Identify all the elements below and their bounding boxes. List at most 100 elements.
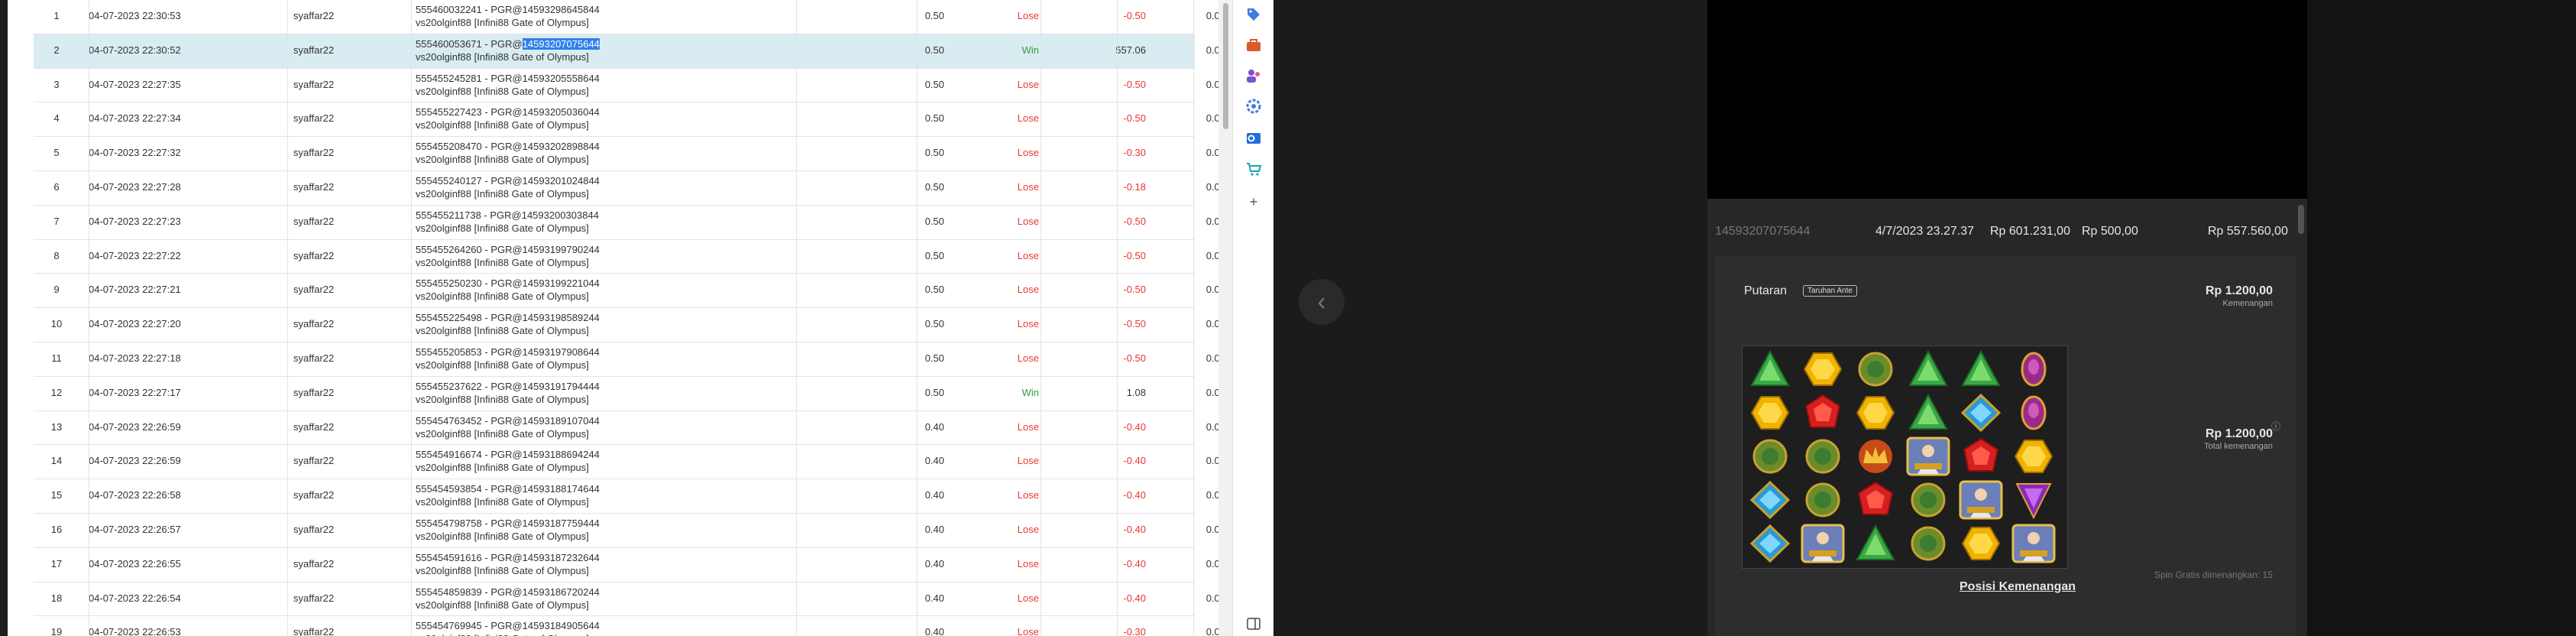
settings-icon[interactable] bbox=[1244, 98, 1263, 116]
red-gem-symbol-icon bbox=[1958, 436, 2004, 477]
transaction-id: 555454593854 - PGR@14593188174644 bbox=[416, 483, 600, 495]
green-triangle-symbol-icon bbox=[1958, 349, 2004, 390]
win-loss-amount: 557.06 bbox=[1115, 44, 1146, 56]
game-name: vs20olginf88 [Infini88 Gate of Olympus] bbox=[416, 599, 589, 611]
round-win: Rp 557.560,00 bbox=[2208, 225, 2288, 238]
info-icon[interactable]: ⓘ bbox=[2271, 420, 2280, 433]
game-name: vs20olginf88 [Infini88 Gate of Olympus] bbox=[416, 564, 589, 576]
table-row[interactable]: 19 04-07-2023 22:26:53 syaffar22 5554547699… bbox=[34, 616, 1218, 636]
transaction-id: 555454798758 - PGR@14593187759444 bbox=[416, 517, 600, 529]
transaction-id: 555455237622 - PGR@14593191794444 bbox=[416, 380, 600, 392]
bet-result: Lose bbox=[1017, 112, 1039, 125]
jackpot-amount: 0.00 bbox=[1205, 318, 1218, 330]
bet-history-table-pane: 1 04-07-2023 22:30:53 syaffar22 55546003224… bbox=[0, 0, 1218, 636]
win-positions-link[interactable]: Posisi Kemenangan bbox=[1960, 580, 2076, 594]
bet-result: Lose bbox=[1017, 489, 1039, 501]
cart-icon[interactable] bbox=[1244, 161, 1263, 179]
win-loss-amount: -0.50 bbox=[1123, 215, 1146, 227]
toolbox-icon[interactable] bbox=[1244, 37, 1263, 55]
column-divider bbox=[1117, 0, 1118, 636]
table-row[interactable]: 3 04-07-2023 22:27:35 syaffar22 55545524528… bbox=[34, 69, 1218, 103]
red-gem-symbol-icon bbox=[1800, 392, 1846, 433]
table-row[interactable]: 10 04-07-2023 22:27:20 syaffar22 5554552254… bbox=[34, 308, 1218, 342]
table-scrollbar-thumb[interactable] bbox=[1223, 3, 1228, 129]
tag-icon[interactable] bbox=[1244, 6, 1263, 24]
table-row[interactable]: 16 04-07-2023 22:26:57 syaffar22 5554547987… bbox=[34, 514, 1218, 548]
bet-date: 04-07-2023 22:26:57 bbox=[89, 523, 181, 535]
jackpot-amount: 0.00 bbox=[1205, 523, 1218, 535]
jackpot-amount: 0.00 bbox=[1205, 352, 1218, 364]
bet-date: 04-07-2023 22:27:28 bbox=[89, 180, 181, 193]
bet-date: 04-07-2023 22:27:34 bbox=[89, 112, 181, 125]
browser-sidebar: + bbox=[1232, 0, 1274, 636]
transaction-id: 555454763452 - PGR@14593189107044 bbox=[416, 414, 600, 427]
table-row[interactable]: 7 04-07-2023 22:27:23 syaffar22 55545521173… bbox=[34, 206, 1218, 240]
transaction-id: 555454769945 - PGR@14593184905644 bbox=[416, 620, 600, 632]
table-row[interactable]: 4 04-07-2023 22:27:34 syaffar22 55545522742… bbox=[34, 102, 1218, 138]
table-row[interactable]: 18 04-07-2023 22:26:54 syaffar22 5554548598… bbox=[34, 582, 1218, 617]
bet-date: 04-07-2023 22:26:58 bbox=[89, 489, 181, 501]
panel-scrollbar-thumb[interactable] bbox=[2298, 205, 2304, 234]
table-row[interactable]: 9 04-07-2023 22:27:21 syaffar22 55545525023… bbox=[34, 274, 1218, 309]
transaction-id: 555455225498 - PGR@14593198589244 bbox=[416, 312, 600, 324]
transaction-id: 555455240127 - PGR@14593201024844 bbox=[416, 174, 600, 187]
win-loss-amount: 1.08 bbox=[1126, 386, 1146, 398]
table-row[interactable]: 12 04-07-2023 22:27:17 syaffar22 5554552376… bbox=[34, 377, 1218, 411]
row-index: 10 bbox=[50, 318, 63, 330]
outlook-icon[interactable] bbox=[1244, 130, 1263, 148]
table-row[interactable]: 11 04-07-2023 22:27:18 syaffar22 5554552058… bbox=[34, 342, 1218, 377]
bet-description: 555455245281 - PGR@14593205558644 vs20olg… bbox=[416, 72, 600, 98]
users-icon[interactable] bbox=[1244, 67, 1263, 86]
table-row[interactable]: 2 04-07-2023 22:30:52 syaffar22 55546005367… bbox=[34, 34, 1218, 69]
row-index: 2 bbox=[53, 44, 60, 56]
game-name: vs20olginf88 [Infini88 Gate of Olympus] bbox=[416, 119, 589, 131]
bet-amount: 0.50 bbox=[924, 112, 944, 125]
chevron-left-icon: ‹ bbox=[1317, 287, 1326, 315]
bet-result: Lose bbox=[1017, 557, 1039, 569]
transaction-id: 555454859839 - PGR@14593186720244 bbox=[416, 586, 600, 598]
purple-triangle-symbol-icon bbox=[2011, 479, 2057, 521]
bet-description: 555455264260 - PGR@14593199790244 vs20olg… bbox=[416, 243, 600, 269]
win-loss-amount: -0.50 bbox=[1123, 318, 1146, 330]
bet-date: 04-07-2023 22:27:18 bbox=[89, 352, 181, 364]
bet-description: 555454798758 - PGR@14593187759444 vs20olg… bbox=[416, 517, 600, 543]
table-row[interactable]: 17 04-07-2023 22:26:55 syaffar22 5554545916… bbox=[34, 548, 1218, 582]
bet-date: 04-07-2023 22:27:20 bbox=[89, 318, 181, 330]
table-row[interactable]: 13 04-07-2023 22:26:59 syaffar22 5554547634… bbox=[34, 411, 1218, 446]
bet-date: 04-07-2023 22:27:35 bbox=[89, 78, 181, 90]
win-loss-amount: -0.40 bbox=[1123, 420, 1146, 433]
game-name: vs20olginf88 [Infini88 Gate of Olympus] bbox=[416, 290, 589, 303]
bet-description: 555460053671 - PGR@14593207075644 vs20olg… bbox=[416, 37, 600, 63]
bet-date: 04-07-2023 22:26:53 bbox=[89, 626, 181, 636]
table-row[interactable]: 15 04-07-2023 22:26:58 syaffar22 5554545938… bbox=[34, 479, 1218, 514]
table-row[interactable]: 5 04-07-2023 22:27:32 syaffar22 55545520847… bbox=[34, 137, 1218, 171]
slot-reel-grid bbox=[1742, 346, 2068, 569]
bet-amount: 0.50 bbox=[924, 352, 944, 364]
row-index: 6 bbox=[53, 180, 60, 193]
transaction-id: 555460032241 - PGR@14593298645844 bbox=[416, 4, 600, 15]
username: syaffar22 bbox=[293, 180, 335, 193]
crown-symbol-icon bbox=[1853, 436, 1898, 477]
sidebar-toggle-icon[interactable] bbox=[1244, 616, 1263, 634]
game-name: vs20olginf88 [Infini88 Gate of Olympus] bbox=[416, 462, 589, 474]
bet-amount: 0.40 bbox=[924, 523, 944, 535]
win-loss-amount: -0.50 bbox=[1123, 10, 1146, 21]
jackpot-amount: 0.00 bbox=[1205, 147, 1218, 159]
jackpot-amount: 0.00 bbox=[1205, 557, 1218, 569]
bet-description: 555455205853 - PGR@14593197908644 vs20olg… bbox=[416, 346, 600, 372]
add-icon[interactable]: + bbox=[1244, 193, 1263, 211]
table-row[interactable]: 1 04-07-2023 22:30:53 syaffar22 55546003224… bbox=[34, 0, 1218, 34]
win-loss-amount: -0.50 bbox=[1123, 284, 1146, 296]
total-win-label: Total kemenangan bbox=[2204, 442, 2273, 451]
previous-round-button[interactable]: ‹ bbox=[1299, 279, 1345, 325]
bet-date: 04-07-2023 22:26:59 bbox=[89, 420, 181, 433]
table-row[interactable]: 6 04-07-2023 22:27:28 syaffar22 55545524012… bbox=[34, 171, 1218, 206]
transaction-id: 555460053671 - PGR@14593207075644 bbox=[416, 37, 600, 50]
table-row[interactable]: 8 04-07-2023 22:27:22 syaffar22 55545526426… bbox=[34, 240, 1218, 274]
username: syaffar22 bbox=[293, 523, 335, 535]
green-ring-symbol-icon bbox=[1905, 479, 1951, 521]
column-divider bbox=[1193, 0, 1194, 636]
username: syaffar22 bbox=[293, 215, 335, 227]
table-row[interactable]: 14 04-07-2023 22:26:59 syaffar22 5554549166… bbox=[34, 445, 1218, 480]
selected-text: 14593207075644 bbox=[522, 37, 600, 50]
